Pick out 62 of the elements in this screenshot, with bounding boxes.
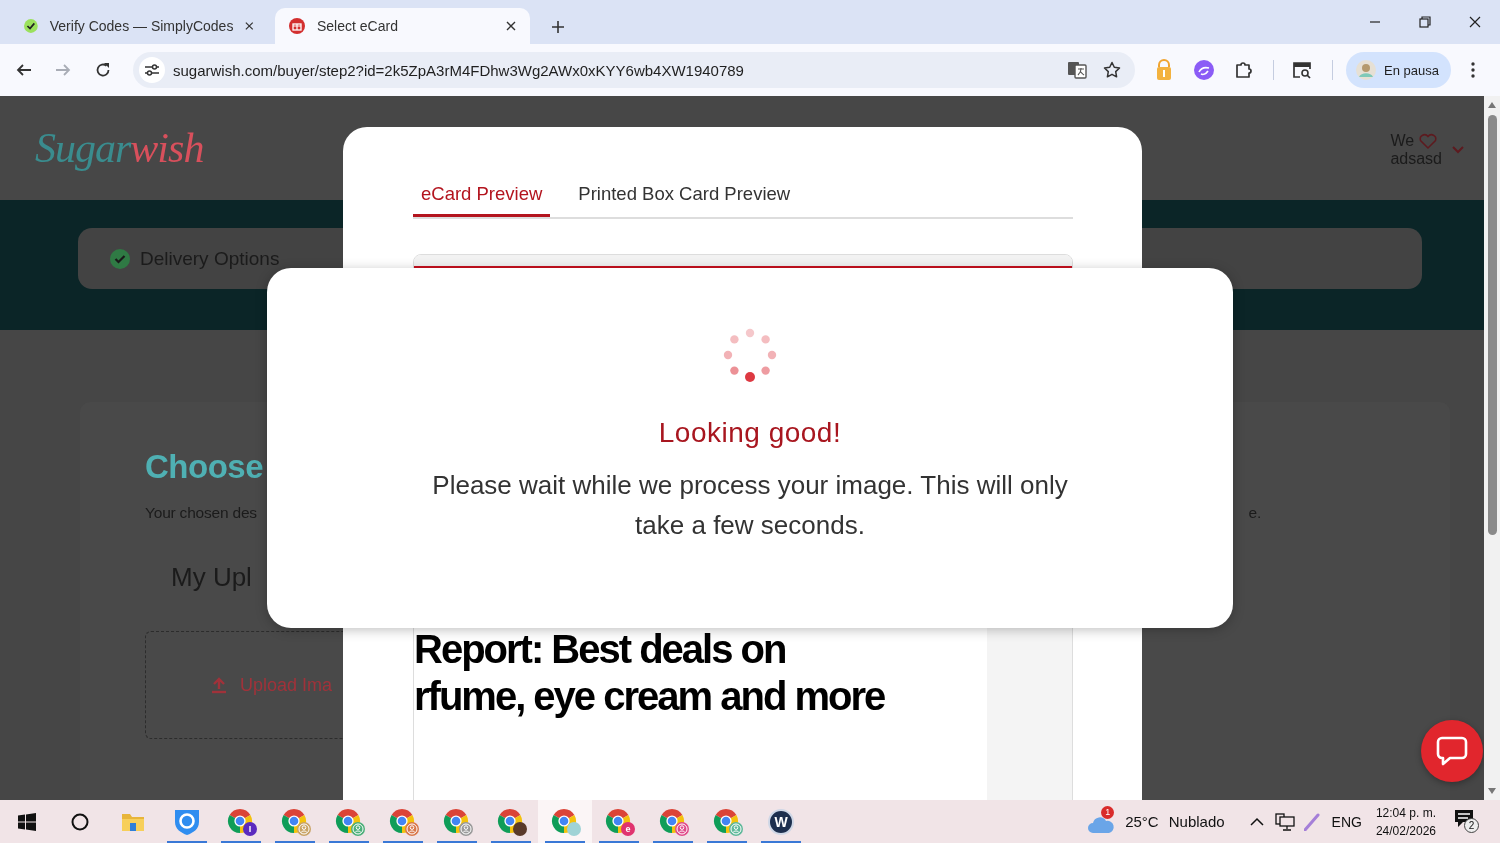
browser-icon xyxy=(659,807,687,836)
preview-tab[interactable]: eCard Preview xyxy=(413,173,551,217)
clock-time[interactable]: 12:04 p. m. xyxy=(1375,803,1436,822)
close-icon[interactable] xyxy=(506,21,516,31)
temperature-text[interactable]: 25°C xyxy=(1125,813,1159,830)
cloud-icon xyxy=(1087,815,1116,834)
browser-icon xyxy=(605,807,633,836)
taskbar-button[interactable]: e xyxy=(592,800,646,843)
puzzle-icon[interactable] xyxy=(1234,60,1254,80)
windows-start-icon xyxy=(18,812,36,831)
folder-icon xyxy=(121,811,145,832)
browser-icon xyxy=(443,807,471,836)
scroll-up-icon[interactable] xyxy=(1487,101,1497,109)
site-settings-icon[interactable] xyxy=(139,57,165,83)
chevron-up-icon[interactable] xyxy=(1249,817,1264,826)
close-icon[interactable] xyxy=(245,21,254,31)
tab-search-icon[interactable] xyxy=(1292,61,1312,79)
clock-date[interactable]: 24/02/2026 xyxy=(1375,821,1436,840)
dialog-title: Looking good! xyxy=(658,417,842,449)
gift-icon xyxy=(289,18,305,34)
preview-tab[interactable]: Printed Box Card Preview xyxy=(570,173,799,217)
profile-badge: e xyxy=(621,822,635,836)
taskbar-button[interactable]: I xyxy=(214,800,268,843)
browser-tab[interactable]: Verify Codes — SimplyCodes xyxy=(10,8,268,44)
extension-icon[interactable] xyxy=(1194,60,1214,80)
scrollbar-thumb[interactable] xyxy=(1487,115,1497,535)
shield-icon xyxy=(174,807,200,836)
headline-text: rfume, eye cream and more xyxy=(414,673,886,720)
weather-text[interactable]: Nublado xyxy=(1168,813,1225,830)
alert-badge: 1 xyxy=(1101,805,1115,819)
search-icon xyxy=(71,812,89,831)
reload-icon[interactable] xyxy=(95,62,111,78)
check-icon xyxy=(24,18,38,34)
address-bar[interactable]: sugarwish.com/buyer/step2?id=2k5ZpA3rM4FDhw3Wg2AWx0xKYY6wb4XW1940789 xyxy=(133,52,1135,88)
browser-icon xyxy=(335,807,363,836)
translate-icon[interactable] xyxy=(1067,60,1087,80)
taskbar-button[interactable]: W xyxy=(754,800,808,843)
browser-icon xyxy=(281,807,309,836)
new-tab-icon[interactable] xyxy=(551,20,565,34)
browser-icon xyxy=(713,807,741,836)
network-icon[interactable] xyxy=(1274,812,1295,831)
language-indicator[interactable]: ENG xyxy=(1331,813,1362,830)
profile-button[interactable]: En pausa xyxy=(1346,52,1451,88)
menu-icon[interactable] xyxy=(1471,62,1475,78)
back-arrow-icon[interactable] xyxy=(16,62,32,78)
scroll-down-icon[interactable] xyxy=(1487,787,1497,795)
pen-icon[interactable] xyxy=(1303,812,1320,831)
dialog-message: Please wait while we process your image. This will only take a few seconds. xyxy=(431,469,1069,542)
restore-icon[interactable] xyxy=(1419,16,1431,28)
heart-icon xyxy=(1418,132,1439,150)
upload-icon xyxy=(210,676,228,694)
headline-text: Report: Best deals on xyxy=(414,626,787,673)
profile-badge: I xyxy=(243,822,257,836)
close-icon[interactable] xyxy=(1469,16,1481,28)
chat-bubble-icon[interactable] xyxy=(1436,736,1468,766)
browser-tab[interactable]: Select eCard xyxy=(275,8,530,44)
page-heading: Choose xyxy=(145,448,263,486)
spinner-icon xyxy=(722,327,778,383)
app-icon: W xyxy=(768,808,794,835)
bookmark-star-icon[interactable] xyxy=(1103,61,1121,79)
browser-icon xyxy=(389,807,417,836)
url-text[interactable]: sugarwish.com/buyer/step2?id=2k5ZpA3rM4FDhw3Wg2AWx0xKYY6wb4XW1940789 xyxy=(173,61,1067,79)
